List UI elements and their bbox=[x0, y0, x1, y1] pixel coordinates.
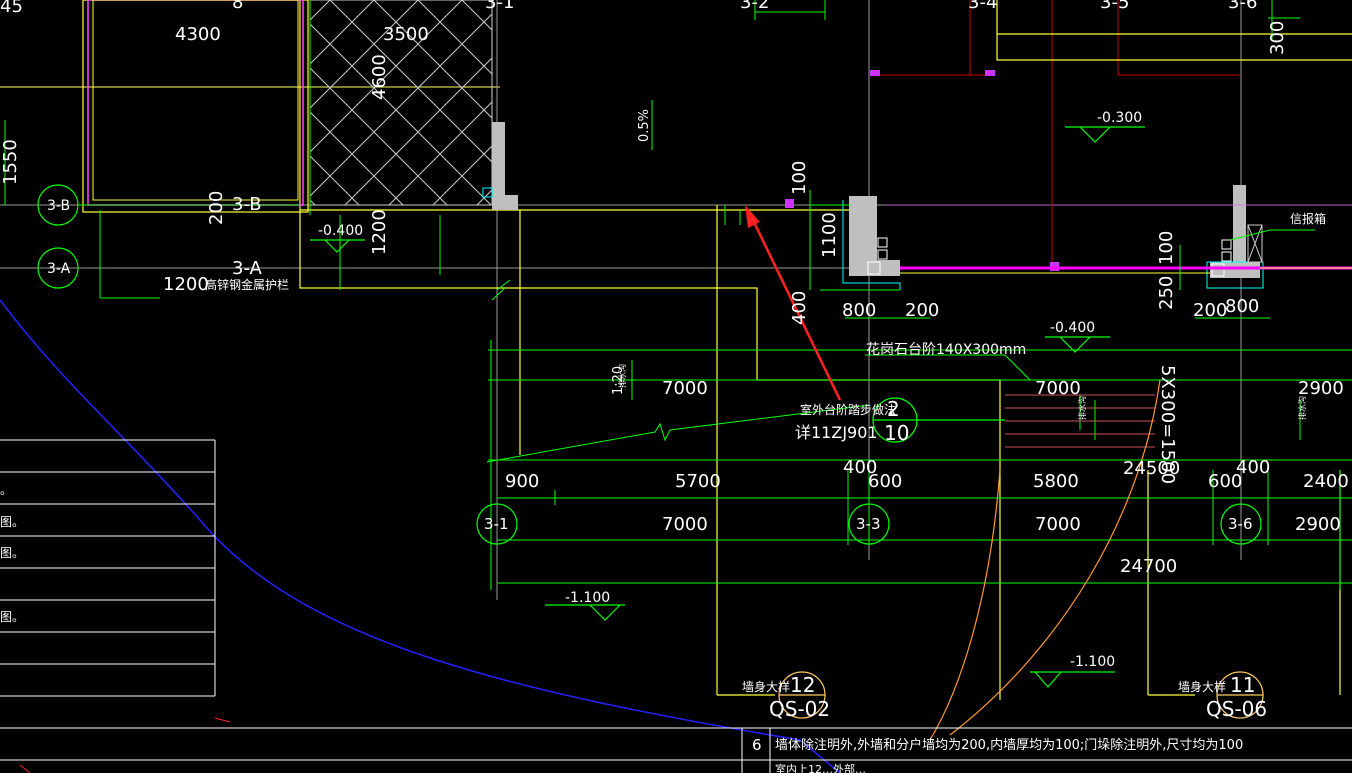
grid-lines bbox=[0, 0, 1352, 600]
left-table-row-5: 图。 bbox=[0, 610, 24, 624]
wall-sections bbox=[482, 70, 1352, 290]
dim-row3-24700: 24700 bbox=[1120, 556, 1177, 577]
dim-row1-5700: 5700 bbox=[675, 471, 721, 492]
dim-row2-2900: 2900 bbox=[1295, 514, 1341, 535]
left-table-row-2: 图。 bbox=[0, 515, 24, 529]
slope-note: 0.5% bbox=[637, 109, 652, 142]
wall-b-num: 11 bbox=[1230, 673, 1255, 697]
level-minus-0300: -0.300 bbox=[1097, 110, 1142, 126]
dim-800-b: 800 bbox=[1225, 296, 1259, 317]
dim-300: 300 bbox=[1267, 21, 1288, 55]
dim-800-a: 800 bbox=[842, 300, 876, 321]
dim-2900-top: 2900 bbox=[1298, 378, 1344, 399]
left-table bbox=[0, 439, 216, 697]
cad-drawing[interactable]: 3-1 3-2 3-4 3-5 3-6 8 45 4300 3500 4600 … bbox=[0, 0, 1352, 773]
left-table-row-1: 。 bbox=[0, 483, 12, 497]
axis-label-3-5: 3-5 bbox=[1100, 0, 1129, 13]
label-3b-line: 3-B bbox=[232, 194, 262, 215]
axis-label-3-6: 3-6 bbox=[1228, 0, 1257, 13]
level-minus-0400-b: -0.400 bbox=[1050, 320, 1095, 336]
wall-b-sheet: QS-06 bbox=[1206, 697, 1267, 721]
edge-label-8: 8 bbox=[232, 0, 243, 13]
box-label: 信报箱 bbox=[1290, 211, 1326, 226]
dim-400-v: 400 bbox=[789, 291, 810, 325]
dim-1200: 1200 bbox=[369, 209, 390, 255]
dim-250: 250 bbox=[1156, 276, 1177, 310]
dim-3500: 3500 bbox=[383, 24, 429, 45]
wall-b-label: 墙身大样 bbox=[1178, 679, 1226, 694]
small-note-2: 排水沟 bbox=[1077, 396, 1087, 420]
axis-label-3-1: 3-1 bbox=[485, 0, 514, 13]
dim-1550: 1550 bbox=[0, 139, 21, 185]
dim-7000-a: 7000 bbox=[662, 378, 708, 399]
step-ref: 详11ZJ901 bbox=[795, 423, 878, 442]
dim-row1-2400: 2400 bbox=[1303, 471, 1349, 492]
dim-7000-b: 7000 bbox=[1035, 378, 1081, 399]
dim-100-a: 100 bbox=[789, 161, 810, 195]
dim-row2-7000b: 7000 bbox=[1035, 514, 1081, 535]
level-minus-1100-b: -1.100 bbox=[1070, 654, 1115, 670]
dim-100-b: 100 bbox=[1156, 231, 1177, 265]
dim-row1-5800: 5800 bbox=[1033, 471, 1079, 492]
dim-200-b: 200 bbox=[905, 300, 939, 321]
dimension-lines bbox=[4, 0, 1352, 590]
dim-200: 200 bbox=[206, 191, 227, 225]
railing-width: 1200 bbox=[163, 274, 209, 295]
dim-row1-400b: 400 bbox=[1236, 457, 1270, 478]
footer-text: 墙体除注明外,外墙和分户墙均为200,内墙厚均为100;门垛除注明外,尺寸均为1… bbox=[775, 737, 1243, 753]
bubble-3b: 3-B bbox=[47, 198, 70, 214]
room-frame bbox=[82, 0, 493, 213]
footer-text-2: 室内上12…外部… bbox=[775, 762, 866, 773]
dim-4600: 4600 bbox=[369, 54, 390, 100]
wall-a-label: 墙身大样 bbox=[742, 679, 790, 694]
wall-a-num: 12 bbox=[790, 673, 815, 697]
dim-200-c: 200 bbox=[1193, 300, 1227, 321]
edge-label-45: 45 bbox=[0, 0, 23, 17]
step-note: 室外台阶踏步做法 bbox=[800, 402, 896, 417]
ref-den: 10 bbox=[884, 421, 909, 445]
level-markers bbox=[310, 126, 1145, 688]
level-minus-0400-a: -0.400 bbox=[318, 223, 363, 239]
small-note-3: 排水沟 bbox=[1297, 396, 1307, 420]
granite-note: 花岗石台阶140X300mm bbox=[866, 342, 1026, 358]
wall-a-sheet: QS-02 bbox=[769, 697, 830, 721]
small-note-1: 排水沟 bbox=[617, 364, 627, 388]
level-minus-1100-a: -1.100 bbox=[565, 590, 610, 606]
axis-label-3-4: 3-4 bbox=[968, 0, 997, 13]
dim-row1-900: 900 bbox=[505, 471, 539, 492]
axis-label-3-2: 3-2 bbox=[740, 0, 769, 13]
dim-row2-7000a: 7000 bbox=[662, 514, 708, 535]
bubble-3-6: 3-6 bbox=[1228, 515, 1253, 533]
railing-note: 高锌钢金属护栏 bbox=[205, 277, 289, 292]
footer-num: 6 bbox=[752, 736, 762, 754]
bubble-3-1: 3-1 bbox=[484, 515, 509, 533]
dim-1100: 1100 bbox=[819, 212, 840, 258]
dim-row1-600: 600 bbox=[868, 471, 902, 492]
label-3a-line: 3-A bbox=[232, 258, 263, 279]
bubble-3-3: 3-3 bbox=[856, 515, 881, 533]
dim-4300: 4300 bbox=[175, 24, 221, 45]
left-table-row-3: 图。 bbox=[0, 546, 24, 560]
dim-row1-24500: 24500 bbox=[1123, 458, 1180, 479]
bubble-3a: 3-A bbox=[47, 261, 71, 277]
